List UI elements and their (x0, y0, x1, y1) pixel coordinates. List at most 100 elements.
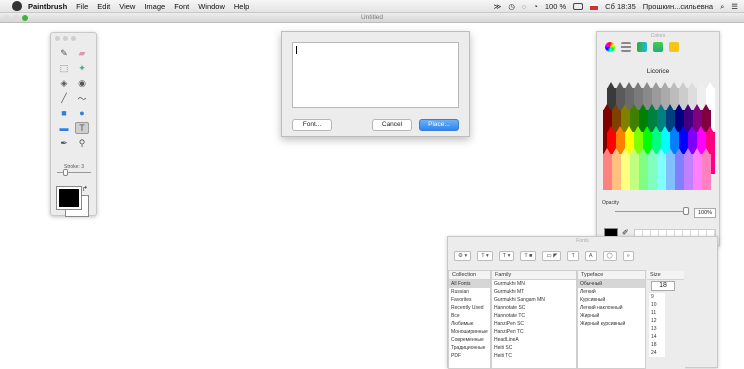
menu-file[interactable]: File (76, 2, 88, 11)
size-item[interactable]: 10 (649, 301, 665, 309)
collection-item[interactable]: Favorites (449, 296, 490, 304)
wifi-icon[interactable]: ◔ (533, 2, 538, 11)
size-item[interactable]: 13 (649, 325, 665, 333)
more-options-icon[interactable]: » (622, 251, 634, 261)
user-name[interactable]: Прошкин...сильевна (643, 2, 713, 11)
strikethrough-menu[interactable]: T ▾ (498, 251, 515, 261)
family-item[interactable]: Gurmukhi MT (492, 288, 576, 296)
battery-percent[interactable]: 100 % (545, 2, 566, 11)
family-item[interactable]: HanziPen TC (492, 328, 576, 336)
color-wheel-tab-icon[interactable] (605, 42, 615, 52)
collection-item[interactable]: PDF (449, 352, 490, 360)
flag-icon[interactable] (590, 3, 599, 10)
shadow-blur-slider[interactable]: ◯ (602, 251, 617, 261)
zoom-tool-icon[interactable]: ⚲ (75, 137, 89, 149)
crayon[interactable] (639, 148, 648, 190)
opacity-slider-knob[interactable] (683, 207, 689, 215)
crayon[interactable] (612, 148, 621, 190)
crayon[interactable] (684, 148, 693, 190)
place-button[interactable]: Place... (419, 119, 459, 131)
minimize-button[interactable] (13, 15, 19, 21)
family-item[interactable]: Hannotate SC (492, 304, 576, 312)
close-button[interactable] (4, 15, 10, 21)
crayon[interactable] (693, 148, 702, 190)
magic-wand-icon[interactable]: ✦ (75, 62, 89, 74)
size-item[interactable]: 12 (649, 317, 665, 325)
collection-item[interactable]: Современные (449, 336, 490, 344)
text-underline-menu[interactable]: T ▾ (477, 251, 493, 261)
color-sliders-tab-icon[interactable] (621, 42, 631, 52)
size-item[interactable]: 14 (649, 333, 665, 341)
brush-tool-icon[interactable]: ✎ (57, 47, 71, 59)
crayon[interactable] (666, 148, 675, 190)
image-palettes-tab-icon[interactable] (653, 42, 663, 52)
typeface-item[interactable]: Курсивный (578, 296, 645, 304)
battery-icon[interactable] (573, 3, 584, 10)
font-button[interactable]: Font... (292, 119, 332, 131)
typeface-item[interactable]: Жирный курсивный (578, 320, 645, 328)
text-color-button[interactable]: T ■ (520, 251, 537, 261)
fill-bucket-icon[interactable]: ◈ (57, 77, 71, 89)
crayon[interactable] (657, 148, 666, 190)
size-item[interactable]: 9 (649, 293, 665, 301)
stroke-slider-knob[interactable] (63, 169, 68, 176)
crayon[interactable] (648, 148, 657, 190)
foreground-color-well[interactable] (56, 186, 82, 210)
typeface-item[interactable]: Легкий (578, 288, 645, 296)
family-item[interactable]: HeadLineA (492, 336, 576, 344)
crayon[interactable] (630, 148, 639, 190)
time-machine-icon[interactable]: ◷ (508, 2, 515, 11)
family-item[interactable]: HanziPen SC (492, 320, 576, 328)
swap-colors-icon[interactable]: ↱ (82, 185, 88, 193)
curve-tool-icon[interactable]: 〜 (75, 92, 89, 104)
text-input[interactable] (292, 42, 459, 108)
crayon[interactable] (675, 148, 684, 190)
spray-can-icon[interactable]: ◉ (75, 77, 89, 89)
collection-item[interactable]: Традиционные (449, 344, 490, 352)
collection-item[interactable]: Russian (449, 288, 490, 296)
spotlight-icon[interactable]: ⌕ (720, 2, 724, 12)
siri-icon[interactable]: ≫ (493, 2, 501, 11)
crayon[interactable] (702, 148, 711, 190)
crayon[interactable] (621, 148, 630, 190)
family-item[interactable]: Heiti SC (492, 344, 576, 352)
eyedropper-tool-icon[interactable]: ✒ (57, 137, 71, 149)
menu-image[interactable]: Image (144, 2, 165, 11)
collection-item[interactable]: Любимые (449, 320, 490, 328)
eraser-tool-icon[interactable]: ▰ (75, 47, 89, 59)
size-item[interactable]: 18 (649, 341, 665, 349)
cancel-button[interactable]: Cancel (372, 119, 412, 131)
opacity-value-field[interactable]: 100% (694, 208, 716, 218)
menu-help[interactable]: Help (234, 2, 249, 11)
size-item[interactable]: 11 (649, 309, 665, 317)
family-item[interactable]: Gurmukhi MN (492, 280, 576, 288)
size-item[interactable]: 24 (649, 349, 665, 357)
action-menu-icon[interactable]: ⚙ ▾ (454, 251, 472, 261)
menu-app[interactable]: Paintbrush (28, 2, 67, 11)
collection-item[interactable]: Все (449, 312, 490, 320)
line-tool-icon[interactable]: ╱ (57, 92, 71, 104)
collection-item[interactable]: Recently Used (449, 304, 490, 312)
clock[interactable]: Сб 18:35 (605, 2, 636, 11)
typeface-item[interactable]: Жирный (578, 312, 645, 320)
text-tool-icon[interactable]: T (75, 122, 89, 134)
ellipse-tool-icon[interactable]: ● (75, 107, 89, 119)
zoom-button[interactable] (22, 15, 28, 21)
color-palettes-tab-icon[interactable] (637, 42, 647, 52)
rectangle-tool-icon[interactable]: ■ (57, 107, 71, 119)
menu-view[interactable]: View (119, 2, 135, 11)
document-color-button[interactable]: ▭ ◤ (542, 251, 562, 261)
family-item[interactable]: Heiti TC (492, 352, 576, 360)
text-shadow-button[interactable]: T (567, 251, 579, 261)
crayon-box[interactable] (603, 82, 715, 222)
family-item[interactable]: Hannotate TC (492, 312, 576, 320)
menu-font[interactable]: Font (174, 2, 189, 11)
apple-icon[interactable] (12, 1, 22, 11)
collection-item[interactable]: All Fonts (449, 280, 490, 288)
typeface-item[interactable]: Обычный (578, 280, 645, 288)
typeface-item[interactable]: Легкий наклонный (578, 304, 645, 312)
collection-item[interactable]: Моноширинные (449, 328, 490, 336)
crayons-tab-icon[interactable] (669, 42, 679, 52)
menu-edit[interactable]: Edit (97, 2, 110, 11)
opacity-slider-track[interactable] (615, 211, 683, 212)
